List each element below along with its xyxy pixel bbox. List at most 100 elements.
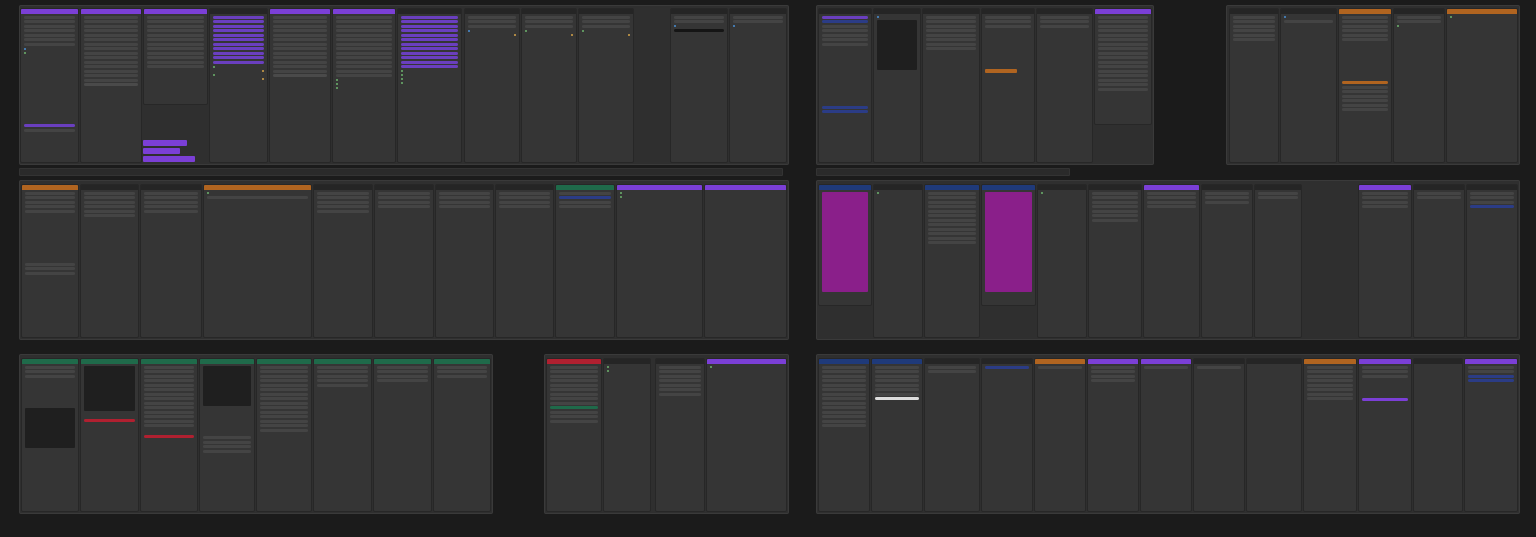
node-tr-2[interactable] [1280,8,1337,163]
node-header[interactable] [1394,9,1444,14]
node-prompt-list-a[interactable] [209,8,268,163]
node-header[interactable] [1359,359,1411,364]
node-header[interactable] [1230,9,1278,14]
node-preview-image-1[interactable] [616,184,703,338]
node-bl-7[interactable] [373,358,432,512]
node-mr-5[interactable] [1037,184,1087,338]
node-header[interactable] [923,9,979,14]
node-br-11[interactable] [1358,358,1412,512]
node-settings-a[interactable] [80,8,142,163]
node-header[interactable] [819,9,871,14]
node-header[interactable] [434,359,490,364]
node-header[interactable] [656,359,704,364]
node-ml-1[interactable] [21,184,79,338]
node-header[interactable] [1088,359,1138,364]
node-mr-6[interactable] [1088,184,1142,338]
node-br-1[interactable] [818,358,870,512]
node-header[interactable] [81,185,138,190]
node-preview-image-2[interactable] [704,184,787,338]
node-header[interactable] [1359,185,1411,190]
node-header[interactable] [874,9,920,14]
node-mr-7[interactable] [1143,184,1200,338]
node-br-10[interactable] [1303,358,1357,512]
node-header[interactable] [81,359,138,364]
node-dark-5[interactable] [729,8,787,163]
node-mr-2[interactable] [873,184,923,338]
node-header[interactable] [1447,9,1517,14]
node-header[interactable] [707,359,786,364]
node-header[interactable] [1255,185,1301,190]
reroute-chip-2[interactable] [143,148,180,154]
node-settings-c[interactable] [269,8,331,163]
node-header[interactable] [141,359,197,364]
node-header[interactable] [1144,185,1199,190]
node-dark-3[interactable] [578,8,634,163]
node-header[interactable] [925,185,979,190]
node-mr-11[interactable] [1413,184,1465,338]
node-ml-7[interactable] [435,184,494,338]
node-header[interactable] [1095,9,1151,14]
node-bc-1[interactable] [546,358,602,512]
node-ml-8[interactable] [495,184,554,338]
node-ml-2[interactable] [80,184,139,338]
node-mr-9[interactable] [1254,184,1302,338]
node-header[interactable] [374,359,431,364]
node-header[interactable] [1194,359,1244,364]
node-header[interactable] [270,9,330,14]
node-br-8[interactable] [1193,358,1245,512]
node-bl-4[interactable] [199,358,255,512]
node-header[interactable] [1247,359,1301,364]
node-br-6[interactable] [1087,358,1139,512]
node-tm-3[interactable] [922,8,980,163]
node-mr-mask-1[interactable] [818,184,872,306]
node-header[interactable] [1339,9,1391,14]
node-tm-1[interactable] [818,8,872,163]
node-header[interactable] [1281,9,1336,14]
node-br-2[interactable] [871,358,923,512]
node-bl-8[interactable] [433,358,491,512]
node-br-3[interactable] [924,358,980,512]
node-br-9[interactable] [1246,358,1302,512]
node-br-5[interactable] [1034,358,1086,512]
node-header[interactable] [819,185,871,190]
node-ml-9[interactable] [555,184,615,338]
node-header[interactable] [1467,185,1517,190]
node-header[interactable] [982,359,1032,364]
node-tm-2[interactable] [873,8,921,163]
node-header[interactable] [144,9,207,14]
node-header[interactable] [617,185,702,190]
node-header[interactable] [547,359,601,364]
node-tr-5[interactable] [1446,8,1518,163]
node-dark-2[interactable] [521,8,577,163]
node-header[interactable] [604,359,650,364]
node-bc-4[interactable] [706,358,787,512]
node-mr-mask-2[interactable] [981,184,1036,306]
node-tm-6[interactable] [1094,8,1152,125]
node-bl-3[interactable] [140,358,198,512]
reroute-chip-1[interactable] [143,140,187,146]
node-header[interactable] [200,359,254,364]
node-header[interactable] [556,185,614,190]
node-header[interactable] [819,359,869,364]
node-header[interactable] [436,185,493,190]
node-tr-1[interactable] [1229,8,1279,163]
node-header[interactable] [579,9,633,14]
node-header[interactable] [1037,9,1092,14]
node-header[interactable] [872,359,922,364]
output-bar[interactable] [19,168,783,176]
node-header[interactable] [465,9,519,14]
node-header[interactable] [982,185,1035,190]
node-header[interactable] [671,9,727,14]
node-dark-4[interactable] [670,8,728,163]
node-bl-6[interactable] [313,358,372,512]
node-ml-4[interactable] [203,184,312,338]
node-ml-5[interactable] [313,184,373,338]
node-settings-b[interactable] [143,8,208,105]
node-header[interactable] [1465,359,1517,364]
node-tr-4[interactable] [1393,8,1445,163]
node-header[interactable] [1304,359,1356,364]
node-header[interactable] [874,185,922,190]
node-bc-2[interactable] [603,358,651,512]
node-header[interactable] [210,9,267,14]
node-header[interactable] [204,185,311,190]
